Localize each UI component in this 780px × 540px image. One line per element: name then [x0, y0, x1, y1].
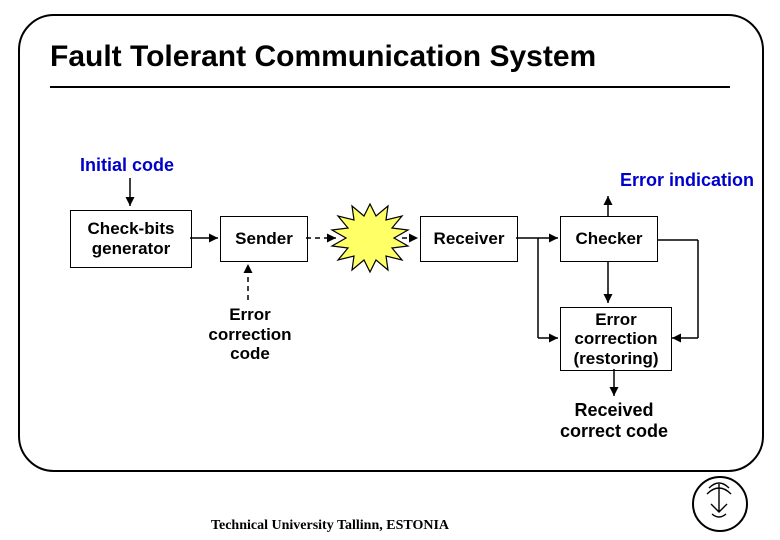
- label-initial-code: Initial code: [80, 155, 174, 176]
- label-received-correct-code: Received correct code: [544, 400, 684, 441]
- box-checker: Checker: [560, 216, 658, 262]
- box-receiver: Receiver: [420, 216, 518, 262]
- title-rule: [50, 86, 730, 88]
- label-error-correction-code: Error correction code: [190, 305, 310, 364]
- page-title: Fault Tolerant Communication System: [50, 40, 730, 74]
- box-error-correction-restoring: Error correction (restoring): [560, 307, 672, 371]
- label-error-indication: Error indication: [620, 170, 754, 191]
- box-check-bits-generator: Check-bits generator: [70, 210, 192, 268]
- footer-text: Technical University Tallinn, ESTONIA: [0, 518, 660, 534]
- box-sender: Sender: [220, 216, 308, 262]
- university-logo-icon: [692, 476, 748, 532]
